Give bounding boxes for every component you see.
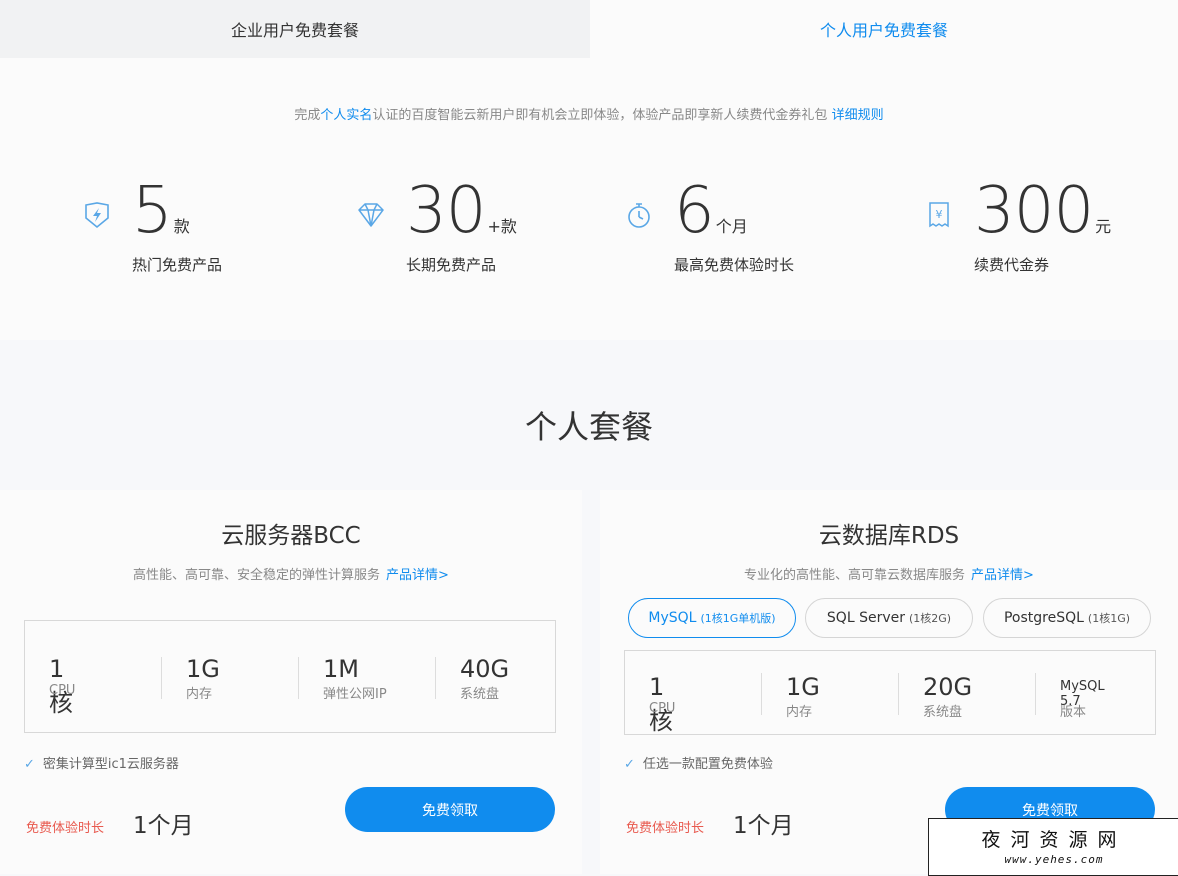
watermark-url: www.yehes.com (1004, 853, 1104, 866)
claim-free-button[interactable]: 免费领取 (345, 787, 555, 832)
stat-voucher: ¥ 300 元 续费代金券 (924, 176, 1178, 286)
section-title: 个人套餐 (524, 408, 653, 446)
divider (898, 673, 899, 715)
divider (1035, 673, 1036, 715)
voucher-icon: ¥ (924, 200, 954, 230)
card-title: 云服务器BCC (221, 523, 361, 549)
duration-label: 免费体验时长 (26, 821, 105, 836)
stat-value: 6 个月 (674, 174, 748, 248)
product-detail-link[interactable]: 产品详情> (971, 568, 1034, 583)
duration-label: 免费体验时长 (626, 821, 705, 836)
stat-caption: 续费代金券 (974, 256, 1050, 274)
intro-text: 完成个人实名认证的百度智能云新用户即有机会立即体验，体验产品即享新人续费代金券礼… (0, 104, 1178, 123)
duration-value: 1个月 (133, 813, 194, 839)
stat-trial-duration: 6 个月 最高免费体验时长 (624, 176, 884, 286)
bcc-card: 云服务器BCC 高性能、高可靠、安全稳定的弹性计算服务 产品详情> 1核 CPU … (0, 490, 582, 874)
spec-box: 1核 CPU 1G 内存 1M 弹性公网IP 40G 系统盘 (24, 620, 556, 733)
check-icon: ✓ (24, 757, 35, 772)
stat-caption: 热门免费产品 (132, 256, 223, 274)
option-mysql[interactable]: MySQL (1核1G单机版) (628, 598, 796, 638)
rules-link[interactable]: 详细规则 (832, 108, 884, 123)
feature-check: ✓ 任选一款配置免费体验 (624, 757, 773, 772)
stat-value: 5款 (132, 174, 190, 248)
product-detail-link[interactable]: 产品详情> (386, 568, 449, 583)
duration-value: 1个月 (733, 813, 794, 839)
intro-prefix: 完成 (294, 108, 321, 123)
stat-value: 300 元 (974, 174, 1112, 248)
divider (435, 657, 436, 699)
rds-card: 云数据库RDS 专业化的高性能、高可靠云数据库服务 产品详情> MySQL (1核1… (600, 490, 1178, 874)
diamond-icon (356, 200, 386, 230)
option-postgresql[interactable]: PostgreSQL (1核1G) (983, 598, 1151, 638)
intro-middle: 认证的百度智能云新用户即有机会立即体验，体验产品即享新人续费代金券礼包 (372, 108, 828, 123)
tab-enterprise-free[interactable]: 企业用户免费套餐 (0, 0, 590, 58)
stat-hot-products: 5款 热门免费产品 (82, 176, 342, 286)
intro-panel: 完成个人实名认证的百度智能云新用户即有机会立即体验，体验产品即享新人续费代金券礼… (0, 58, 1178, 340)
divider (761, 673, 762, 715)
realname-link[interactable]: 个人实名 (320, 108, 372, 123)
card-desc-text: 高性能、高可靠、安全稳定的弹性计算服务 (133, 568, 381, 583)
watermark-title: 夜河资源网 (981, 829, 1127, 851)
card-desc: 高性能、高可靠、安全稳定的弹性计算服务 产品详情> (0, 564, 582, 583)
stat-caption: 最高免费体验时长 (674, 256, 795, 274)
divider (298, 657, 299, 699)
divider (161, 657, 162, 699)
feature-check: ✓ 密集计算型ic1云服务器 (24, 757, 179, 772)
spec-box: 1核 CPU 1G 内存 20G 系统盘 MySQL 5.7 版本 (624, 650, 1156, 735)
stat-caption: 长期免费产品 (406, 256, 497, 274)
svg-text:¥: ¥ (936, 208, 943, 221)
tab-personal-free[interactable]: 个人用户免费套餐 (590, 0, 1178, 58)
stat-value: 30 +款 (406, 174, 517, 248)
card-title: 云数据库RDS (818, 523, 960, 549)
option-sqlserver[interactable]: SQL Server (1核2G) (805, 598, 973, 638)
check-icon: ✓ (624, 757, 635, 772)
stat-free-products: 30 +款 长期免费产品 (356, 176, 616, 286)
shield-lightning-icon (82, 200, 112, 230)
card-desc-text: 专业化的高性能、高可靠云数据库服务 (744, 568, 966, 583)
card-desc: 专业化的高性能、高可靠云数据库服务 产品详情> (600, 564, 1178, 583)
stopwatch-icon (624, 200, 654, 230)
watermark: 夜河资源网 www.yehes.com (928, 818, 1178, 876)
